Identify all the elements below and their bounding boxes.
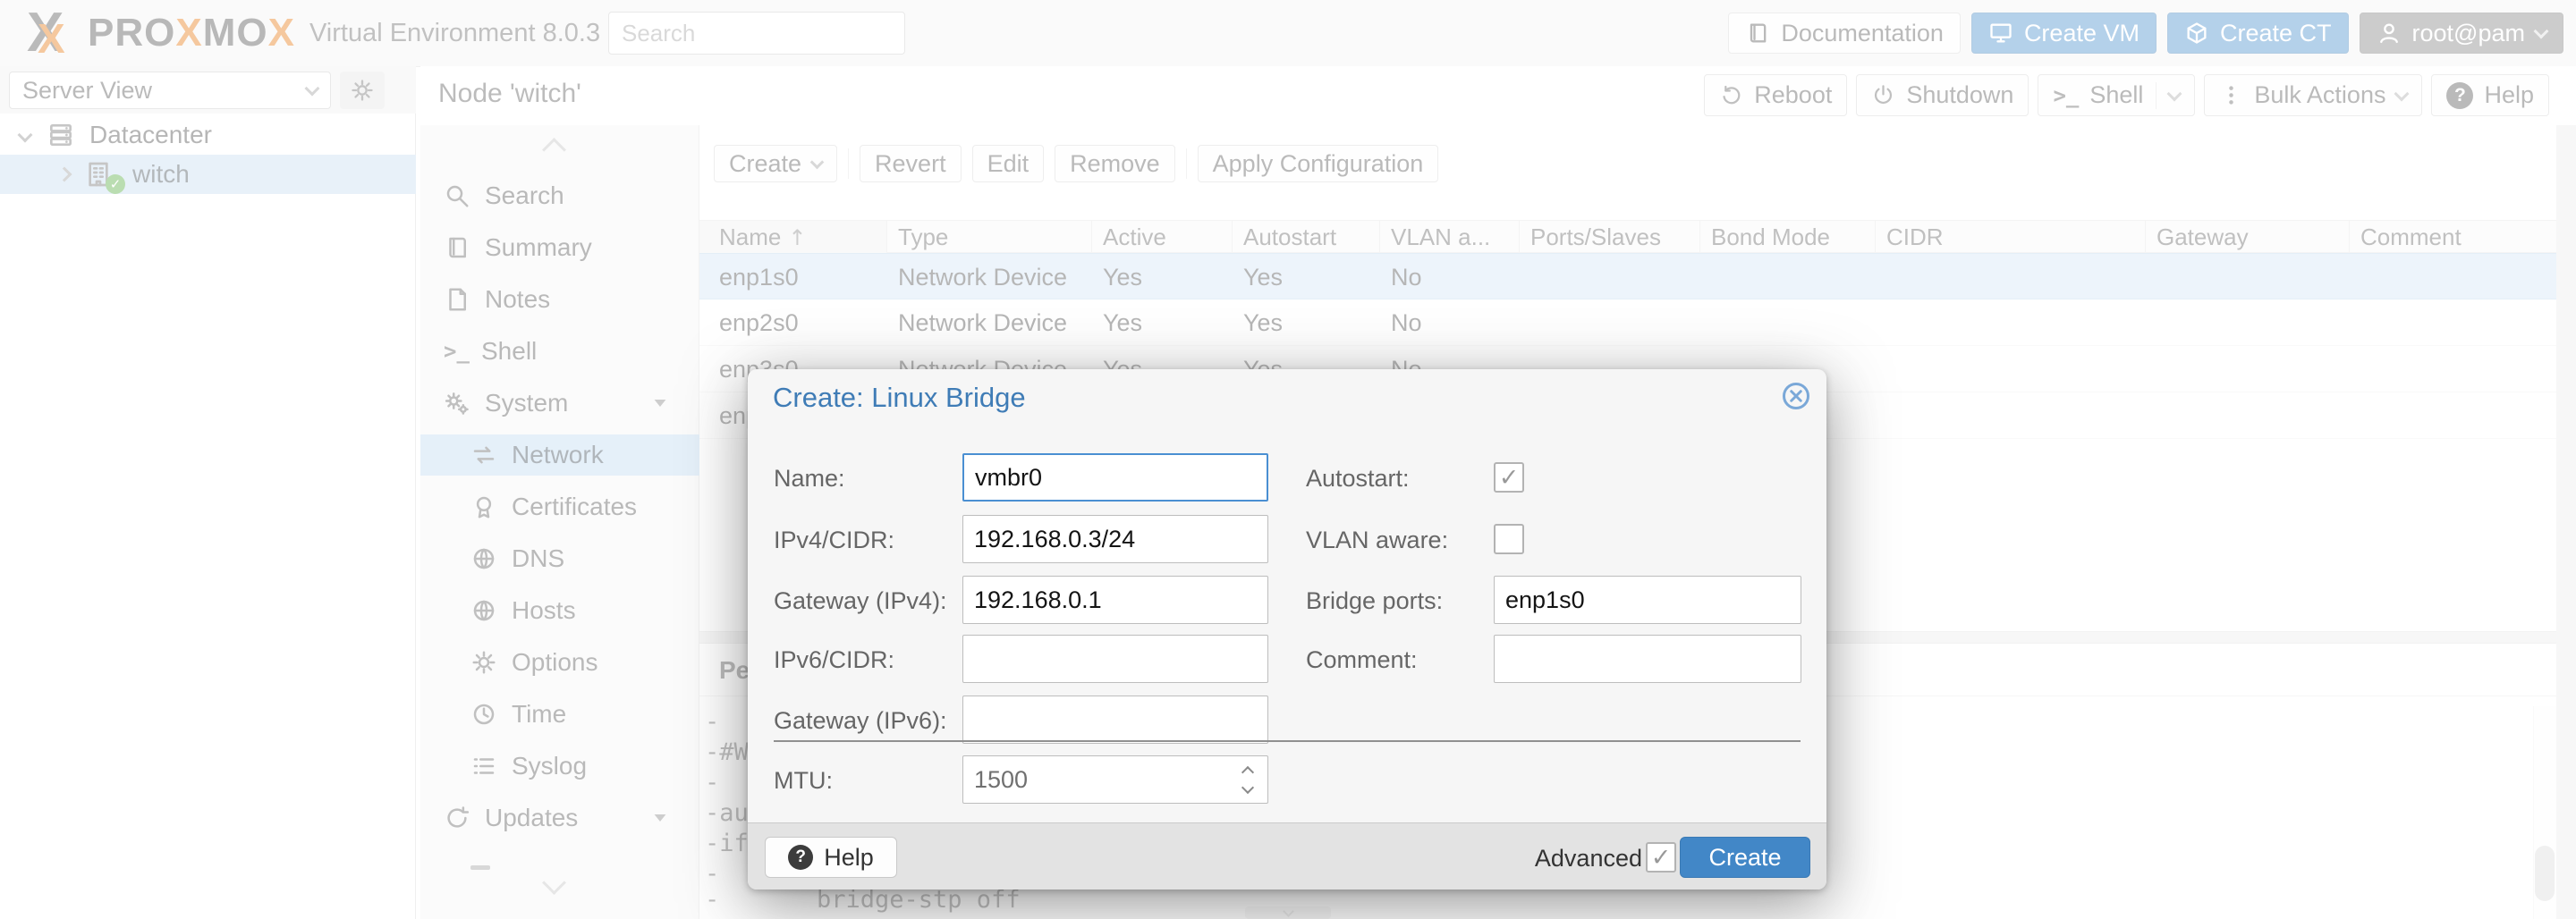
name-field: [962, 453, 1268, 502]
mtu-label: MTU:: [774, 767, 833, 795]
ipv6-field: [962, 635, 1268, 683]
spin-up-icon[interactable]: [1241, 765, 1254, 778]
dialog-help-button[interactable]: ? Help: [765, 837, 897, 878]
create-linux-bridge-dialog: Create: Linux Bridge Name: IPv4/CIDR: Ga…: [748, 369, 1826, 889]
advanced-checkbox[interactable]: ✓: [1646, 842, 1676, 873]
gateway4-field: [962, 576, 1268, 624]
close-icon[interactable]: [1780, 380, 1812, 412]
autostart-checkbox[interactable]: ✓: [1494, 462, 1524, 493]
advanced-separator: [774, 740, 1801, 742]
comment-field: [1494, 635, 1801, 683]
comment-label: Comment:: [1306, 646, 1418, 674]
spin-down-icon[interactable]: [1241, 780, 1254, 793]
gateway4-label: Gateway (IPv4):: [774, 587, 947, 615]
dialog-title: Create: Linux Bridge: [773, 382, 1026, 414]
vlan-aware-checkbox[interactable]: [1494, 524, 1524, 554]
ipv6-input[interactable]: [962, 635, 1268, 683]
ipv4-input[interactable]: [962, 515, 1268, 563]
comment-input[interactable]: [1494, 635, 1801, 683]
bridge-ports-label: Bridge ports:: [1306, 587, 1443, 615]
dialog-create-button[interactable]: Create: [1680, 837, 1810, 878]
mtu-input[interactable]: [962, 755, 1268, 804]
ipv6-label: IPv6/CIDR:: [774, 646, 894, 674]
gateway6-input[interactable]: [962, 696, 1268, 744]
name-input[interactable]: [962, 453, 1268, 502]
gateway6-label: Gateway (IPv6):: [774, 707, 947, 735]
bridge-ports-input[interactable]: [1494, 576, 1801, 624]
gateway4-input[interactable]: [962, 576, 1268, 624]
mtu-spinner[interactable]: [1232, 760, 1264, 799]
name-label: Name:: [774, 465, 845, 493]
vlan-aware-label: VLAN aware:: [1306, 527, 1448, 554]
autostart-label: Autostart:: [1306, 465, 1410, 493]
mtu-field: [962, 755, 1268, 804]
gateway6-field: [962, 696, 1268, 744]
bridge-ports-field: [1494, 576, 1801, 624]
ipv4-field: [962, 515, 1268, 563]
question-icon: ?: [788, 845, 813, 870]
dialog-footer: ? Help Advanced ✓ Create: [748, 822, 1826, 889]
advanced-label: Advanced: [1535, 845, 1642, 873]
ipv4-label: IPv4/CIDR:: [774, 527, 894, 554]
proxmox-app: X X PROXMOX Virtual Environment 8.0.3 Do…: [0, 0, 2576, 919]
